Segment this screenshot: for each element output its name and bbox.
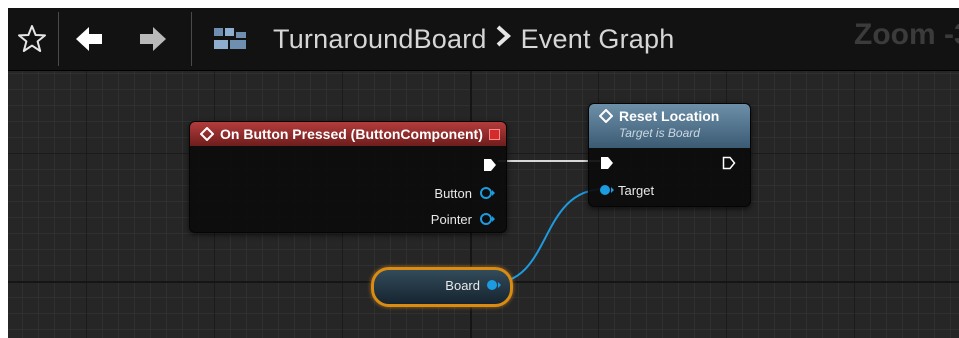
toolbar-divider [58, 12, 59, 66]
graph-toolbar: TurnaroundBoard Event Graph Zoom -3 [8, 8, 959, 71]
function-node[interactable]: Reset Location Target is Board Target [588, 103, 751, 207]
forward-arrow-icon[interactable] [134, 8, 172, 70]
function-diamond-icon [599, 109, 613, 123]
button-pin-label: Button [434, 186, 472, 201]
output-delegate-icon [489, 129, 500, 140]
breadcrumb: TurnaroundBoard Event Graph [273, 8, 674, 70]
event-node-header: On Button Pressed (ButtonComponent) [190, 122, 506, 146]
blueprint-editor: TurnaroundBoard Event Graph Zoom -3 On B… [8, 8, 959, 338]
event-node[interactable]: On Button Pressed (ButtonComponent) Butt… [189, 121, 507, 233]
button-pin-icon[interactable] [480, 186, 496, 200]
target-pin-label: Target [618, 183, 655, 198]
blueprint-icon [208, 8, 252, 70]
breadcrumb-graph[interactable]: Event Graph [521, 24, 675, 55]
star-icon[interactable] [8, 8, 56, 70]
zoom-level: Zoom -3 [854, 18, 959, 51]
graph-canvas[interactable]: On Button Pressed (ButtonComponent) Butt… [8, 71, 959, 338]
pointer-pin-label: Pointer [430, 212, 472, 227]
breadcrumb-asset[interactable]: TurnaroundBoard [273, 24, 487, 55]
board-output-pin-icon[interactable] [486, 278, 502, 292]
pointer-pin-icon[interactable] [480, 212, 496, 226]
event-node-title: On Button Pressed (ButtonComponent) [220, 126, 483, 142]
target-pin-icon[interactable] [599, 183, 615, 197]
back-arrow-icon[interactable] [70, 8, 108, 70]
toolbar-divider [191, 12, 192, 66]
exec-output-pin-icon[interactable] [483, 158, 497, 172]
exec-output-pin-icon[interactable] [722, 156, 736, 170]
variable-node-board[interactable]: Board [371, 267, 513, 307]
function-node-subtitle: Target is Board [619, 126, 700, 140]
variable-label: Board [445, 278, 480, 293]
chevron-right-icon [495, 25, 511, 54]
event-diamond-icon [200, 127, 214, 141]
function-node-header: Reset Location Target is Board [589, 104, 750, 148]
function-node-title: Reset Location [619, 108, 720, 124]
exec-input-pin-icon[interactable] [600, 156, 614, 170]
